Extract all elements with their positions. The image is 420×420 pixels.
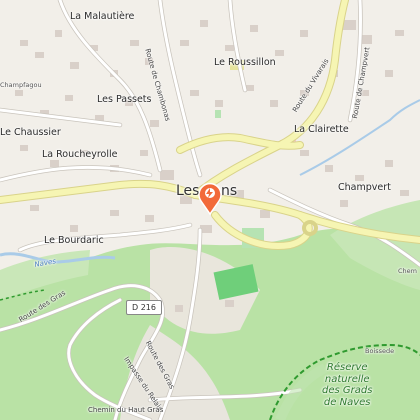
place-le-bourdaric: Le Bourdaric: [44, 235, 104, 246]
place-la-roucheyrolle: La Roucheyrolle: [42, 149, 118, 160]
place-la-malautiere: La Malautière: [70, 11, 135, 22]
place-la-clairette: La Clairette: [294, 124, 349, 135]
road-chemin-du-haut-gras: Chemin du Haut Gras: [88, 406, 164, 414]
place-le-roussillon: Le Roussillon: [214, 57, 276, 68]
place-champvert: Champvert: [338, 182, 391, 193]
road-shield-d216: D 216: [126, 300, 162, 315]
place-champfagou: Champfagou: [0, 81, 42, 89]
map-canvas[interactable]: La Malautière Le Roussillon Les Passets …: [0, 0, 420, 420]
place-les-passets: Les Passets: [97, 94, 152, 105]
place-chemin-edge: Chem: [398, 267, 417, 275]
reserve-label: Réserve naturelle des Grads de Naves: [322, 362, 373, 408]
location-pin-icon[interactable]: [197, 181, 223, 215]
place-le-chaussier: Le Chaussier: [0, 127, 61, 138]
place-boissede: Boissede: [365, 347, 395, 355]
